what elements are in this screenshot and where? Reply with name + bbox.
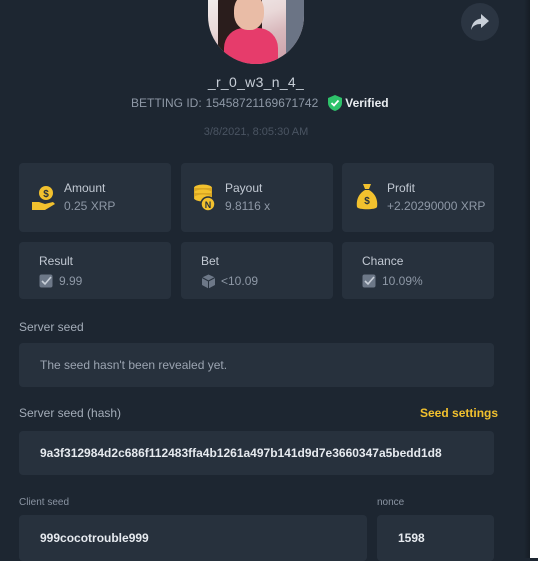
nonce-field[interactable]: 1598 (377, 515, 494, 561)
profit-label: Profit (387, 181, 416, 195)
payout-card: N Payout 9.8116 x (181, 163, 333, 232)
betting-id-value: 15458721169671742 (205, 96, 319, 110)
nonce-value: 1598 (398, 531, 425, 545)
svg-text:$: $ (43, 189, 49, 200)
shield-check-icon (328, 95, 343, 111)
result-value: 9.99 (59, 274, 83, 288)
client-seed-field[interactable]: 999cocotrouble999 (19, 515, 367, 561)
server-seed-hash-value: 9a3f312984d2c686f112483ffa4b1261a497b141… (40, 446, 442, 460)
payout-value: 9.8116 x (225, 199, 271, 213)
dice-check-icon (362, 274, 376, 288)
dice-check-icon (39, 274, 53, 288)
bet-timestamp: 3/8/2021, 8:05:30 AM (203, 126, 309, 138)
payout-label: Payout (225, 181, 263, 195)
amount-label: Amount (64, 181, 106, 195)
share-button[interactable] (461, 3, 499, 41)
hand-coin-icon: $ (32, 186, 55, 210)
money-bag-icon: $ (356, 184, 378, 210)
nonce-label: nonce (377, 497, 405, 508)
panel-edge (530, 0, 538, 558)
verified-badge: Verified (328, 95, 389, 111)
bet-label: Bet (201, 254, 220, 268)
chance-card: Chance 10.09% (342, 242, 494, 299)
bet-value: <10.09 (221, 274, 259, 288)
profit-card: $ Profit +2.20290000 XRP (342, 163, 494, 232)
betting-id-row: BETTING ID: 15458721169671742 Verified (131, 95, 389, 111)
verified-label: Verified (345, 96, 389, 110)
server-seed-label: Server seed (19, 320, 84, 334)
bet-card: Bet <10.09 (181, 242, 333, 299)
amount-value: 0.25 XRP (64, 199, 116, 213)
profit-value: +2.20290000 XRP (387, 199, 486, 213)
server-seed-value: The seed hasn't been revealed yet. (40, 358, 228, 372)
chance-label: Chance (362, 254, 404, 268)
amount-card: $ Amount 0.25 XRP (19, 163, 171, 232)
result-label: Result (39, 254, 74, 268)
svg-text:N: N (205, 200, 212, 210)
seed-settings-link[interactable]: Seed settings (420, 406, 498, 420)
server-seed-hash-field[interactable]: 9a3f312984d2c686f112483ffa4b1261a497b141… (19, 431, 494, 475)
result-card: Result 9.99 (19, 242, 171, 299)
server-seed-field[interactable]: The seed hasn't been revealed yet. (19, 343, 494, 387)
server-seed-hash-label: Server seed (hash) (19, 406, 122, 420)
cube-icon (201, 274, 216, 289)
chance-value: 10.09% (382, 274, 423, 288)
client-seed-label: Client seed (19, 497, 70, 508)
avatar (208, 0, 304, 64)
share-icon (471, 14, 489, 30)
coin-stack-icon: N (194, 184, 216, 212)
username: _r_0_w3_n_4_ (207, 74, 305, 90)
svg-text:$: $ (364, 196, 370, 207)
client-seed-value: 999cocotrouble999 (40, 531, 149, 545)
betting-id-label: BETTING ID: (131, 96, 202, 110)
